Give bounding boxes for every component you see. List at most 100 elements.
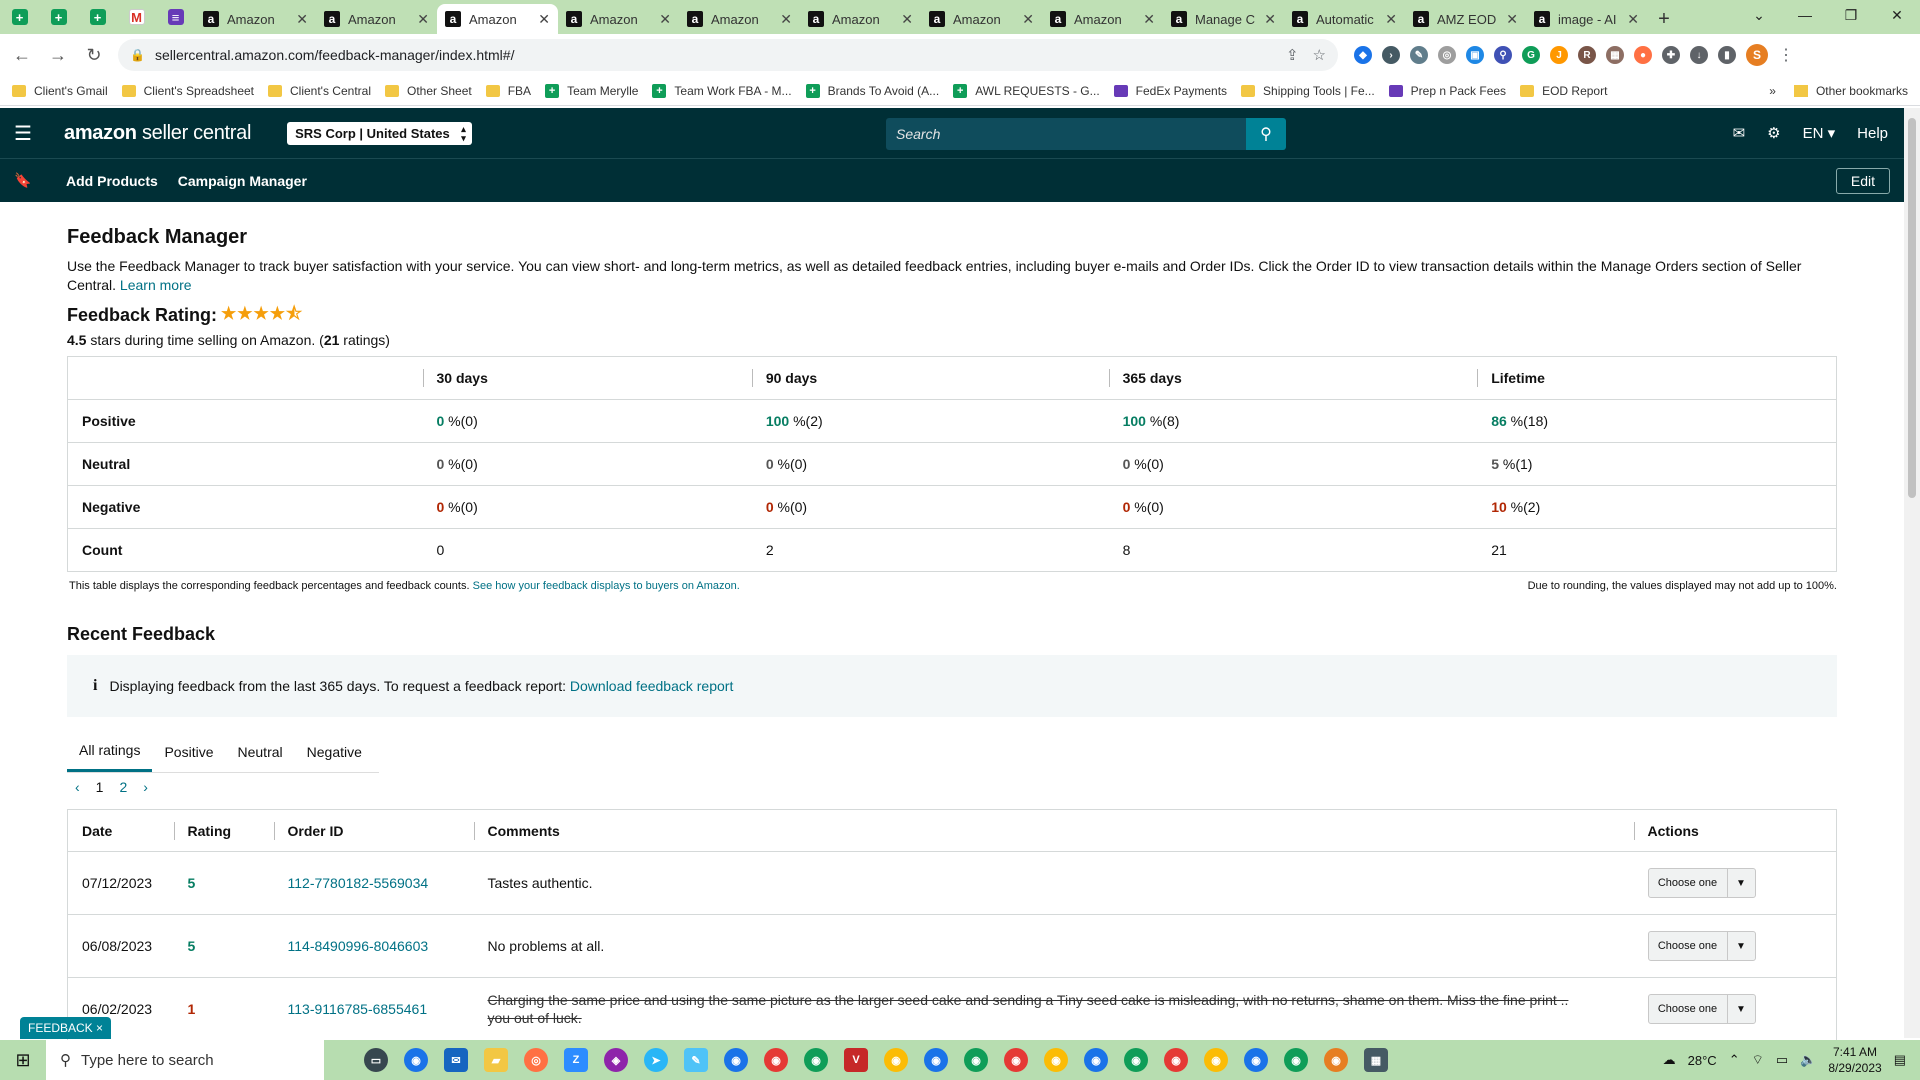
chrome-icon[interactable]: ◉ [1004,1048,1028,1072]
chrome-icon[interactable]: ◉ [1204,1048,1228,1072]
browser-tab[interactable]: a Amazon ✕ [437,4,558,34]
chrome-icon[interactable]: ◉ [404,1048,428,1072]
seller-central-logo[interactable]: amazon seller central [64,122,251,145]
browser-tab[interactable]: a Amazon ✕ [679,4,800,34]
browser-tab[interactable]: a AMZ EOD ✕ [1405,4,1526,34]
next-page-chevron-icon[interactable]: › [143,779,148,795]
side-panel-icon[interactable]: ▮ [1718,46,1736,64]
pinned-tab-sheets-2[interactable]: + [39,0,78,34]
app-icon[interactable]: ◈ [604,1048,628,1072]
nav-campaign-manager[interactable]: Campaign Manager [178,173,307,189]
close-tab-icon[interactable]: ✕ [1385,11,1397,28]
telegram-icon[interactable]: ➤ [644,1048,668,1072]
close-tab-icon[interactable]: ✕ [1506,11,1518,28]
extension-icon[interactable]: J [1550,46,1568,64]
page-scrollbar[interactable] [1904,108,1920,1038]
restore-button[interactable]: ❐ [1828,0,1874,30]
browser-tab[interactable]: a Amazon ✕ [558,4,679,34]
page-1[interactable]: 1 [96,779,104,795]
taskbar-search[interactable]: ⚲ Type here to search [46,1040,324,1080]
browser-tab[interactable]: a Manage C ✕ [1163,4,1284,34]
tab-all-ratings[interactable]: All ratings [67,731,153,772]
close-window-button[interactable]: ✕ [1874,0,1920,30]
extension-icon[interactable]: ◎ [1438,46,1456,64]
extension-icon[interactable]: ✎ [1410,46,1428,64]
nav-add-products[interactable]: Add Products [66,173,158,189]
forward-button[interactable]: → [44,41,72,69]
chrome-icon[interactable]: ◉ [924,1048,948,1072]
page-2[interactable]: 2 [119,779,127,795]
bookmark-item[interactable]: FBA [485,84,531,98]
chrome-icon[interactable]: ◉ [1084,1048,1108,1072]
bookmark-item[interactable]: Client's Central [268,84,371,98]
other-bookmarks[interactable]: Other bookmarks [1816,84,1908,98]
chrome-icon[interactable]: ◉ [884,1048,908,1072]
pinned-tab-forms[interactable]: ≡ [156,0,195,34]
chrome-icon[interactable]: ◉ [964,1048,988,1072]
extension-icon[interactable]: G [1522,46,1540,64]
tab-neutral[interactable]: Neutral [226,731,295,772]
actions-dropdown[interactable]: Choose one ▼ [1647,994,1756,1024]
firefox-icon[interactable]: ◎ [524,1048,548,1072]
profile-avatar[interactable]: S [1746,44,1768,66]
tab-negative[interactable]: Negative [295,731,374,772]
browser-tab[interactable]: a Amazon ✕ [195,4,316,34]
notepad-icon[interactable]: ✎ [684,1048,708,1072]
help-link[interactable]: Help [1857,125,1888,142]
bookmark-item[interactable]: + Team Work FBA - M... [652,83,792,98]
minimize-button[interactable]: — [1782,0,1828,30]
order-id-link[interactable]: 113-9116785-6855461 [288,1001,428,1017]
bookmark-item[interactable]: + AWL REQUESTS - G... [953,83,1100,98]
learn-more-link[interactable]: Learn more [120,277,192,293]
browser-tab[interactable]: a image - AI ✕ [1526,4,1647,34]
notification-icon[interactable]: ▤ [1894,1052,1906,1068]
back-button[interactable]: ← [8,41,36,69]
menu-kebab-icon[interactable]: ⋮ [1778,45,1794,65]
chrome-icon[interactable]: ◉ [764,1048,788,1072]
chrome-icon[interactable]: ◉ [804,1048,828,1072]
chrome-icon[interactable]: ◉ [724,1048,748,1072]
tab-positive[interactable]: Positive [152,731,225,772]
close-tab-icon[interactable]: ✕ [1143,11,1155,28]
vivaldi-icon[interactable]: V [844,1048,868,1072]
bookmark-item[interactable]: Shipping Tools | Fe... [1241,84,1375,98]
windows-start-icon[interactable]: ⊞ [0,1050,46,1071]
weather-icon[interactable]: ☁ [1663,1052,1676,1068]
bookmark-item[interactable]: Other Sheet [385,84,472,98]
bookmark-star-icon[interactable]: ☆ [1313,46,1326,64]
order-id-link[interactable]: 114-8490996-8046603 [288,938,429,954]
chrome-icon[interactable]: ◉ [1324,1048,1348,1072]
hamburger-menu-icon[interactable]: ☰ [0,121,46,146]
prev-page-chevron-icon[interactable]: ‹ [75,779,80,795]
extension-icon[interactable]: ● [1634,46,1652,64]
calculator-icon[interactable]: ▦ [1364,1048,1388,1072]
tab-search-icon[interactable]: ⌄ [1736,0,1782,30]
edit-nav-button[interactable]: Edit [1835,168,1890,194]
settings-gear-icon[interactable]: ⚙ [1767,124,1780,142]
bookmark-item[interactable]: Client's Spreadsheet [121,84,254,98]
close-tab-icon[interactable]: ✕ [659,11,671,28]
volume-icon[interactable]: 🔈 [1800,1052,1816,1068]
chrome-icon[interactable]: ◉ [1044,1048,1068,1072]
clock[interactable]: 7:41 AM 8/29/2023 [1828,1044,1881,1076]
close-tab-icon[interactable]: ✕ [296,11,308,28]
close-tab-icon[interactable]: ✕ [780,11,792,28]
search-button[interactable]: ⚲ [1246,118,1286,150]
mail-icon[interactable]: ✉ [444,1048,468,1072]
browser-tab[interactable]: a Amazon ✕ [800,4,921,34]
task-view-icon[interactable]: ▭ [364,1048,388,1072]
actions-dropdown[interactable]: Choose one ▼ [1647,868,1756,898]
bookmarks-overflow-button[interactable]: » [1769,84,1776,98]
chrome-icon[interactable]: ◉ [1284,1048,1308,1072]
browser-tab[interactable]: a Amazon ✕ [316,4,437,34]
download-icon[interactable]: ↓ [1690,46,1708,64]
zoom-icon[interactable]: Z [564,1048,588,1072]
messages-icon[interactable]: ✉ [1733,124,1746,142]
chrome-icon[interactable]: ◉ [1244,1048,1268,1072]
bookmark-item[interactable]: Client's Gmail [12,84,108,98]
bookmark-item[interactable]: + Team Merylle [545,83,638,98]
close-tab-icon[interactable]: ✕ [1627,11,1639,28]
feedback-widget-button[interactable]: FEEDBACK × [20,1017,112,1039]
extension-icon[interactable]: ▦ [1606,46,1624,64]
bookmark-item[interactable]: FedEx Payments [1113,84,1227,98]
